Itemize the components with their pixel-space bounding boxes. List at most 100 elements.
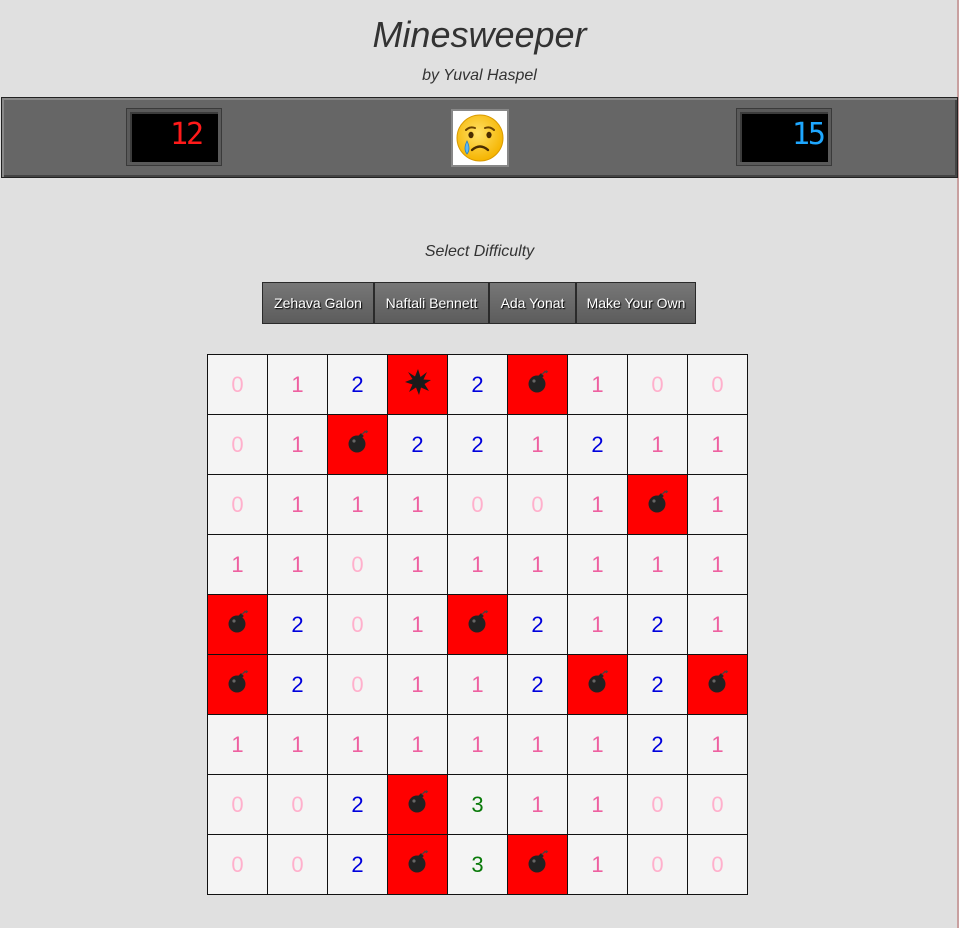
number-cell[interactable]: 1 — [387, 714, 448, 775]
mine-cell[interactable] — [567, 654, 628, 715]
number-cell[interactable]: 0 — [507, 474, 568, 535]
number-cell[interactable]: 1 — [687, 594, 748, 655]
number-cell[interactable]: 1 — [267, 474, 328, 535]
number-cell[interactable]: 2 — [327, 834, 388, 895]
number-cell[interactable]: 0 — [207, 354, 268, 415]
timer-value: 15 — [791, 117, 826, 152]
cell-number: 1 — [351, 491, 364, 517]
number-cell[interactable]: 1 — [567, 774, 628, 835]
bomb-icon — [705, 669, 731, 701]
number-cell[interactable]: 2 — [567, 414, 628, 475]
number-cell[interactable]: 1 — [687, 714, 748, 775]
mine-cell[interactable] — [327, 414, 388, 475]
difficulty-naftali-bennett-button[interactable]: Naftali Bennett — [374, 282, 489, 324]
crying-face-icon — [456, 114, 504, 162]
number-cell[interactable]: 1 — [567, 594, 628, 655]
number-cell[interactable]: 1 — [267, 534, 328, 595]
number-cell[interactable]: 1 — [267, 414, 328, 475]
mine-cell[interactable] — [507, 834, 568, 895]
number-cell[interactable]: 0 — [267, 774, 328, 835]
cell-number: 0 — [291, 791, 304, 817]
mine-counter: 12 — [126, 108, 222, 166]
difficulty-ada-yonat-button[interactable]: Ada Yonat — [489, 282, 576, 324]
reset-face-button[interactable] — [451, 109, 509, 167]
number-cell[interactable]: 1 — [387, 594, 448, 655]
number-cell[interactable]: 1 — [507, 414, 568, 475]
number-cell[interactable]: 0 — [327, 594, 388, 655]
number-cell[interactable]: 2 — [387, 414, 448, 475]
number-cell[interactable]: 1 — [447, 654, 508, 715]
cell-number: 0 — [651, 791, 664, 817]
number-cell[interactable]: 0 — [687, 354, 748, 415]
number-cell[interactable]: 1 — [567, 534, 628, 595]
cell-number: 0 — [711, 791, 724, 817]
number-cell[interactable]: 1 — [687, 534, 748, 595]
mine-cell[interactable] — [507, 354, 568, 415]
difficulty-make-your-own-button[interactable]: Make Your Own — [576, 282, 696, 324]
number-cell[interactable]: 1 — [567, 834, 628, 895]
difficulty-zehava-galon-button[interactable]: Zehava Galon — [262, 282, 374, 324]
number-cell[interactable]: 1 — [687, 414, 748, 475]
number-cell[interactable]: 2 — [627, 594, 688, 655]
exploded-mine-cell[interactable] — [387, 354, 448, 415]
number-cell[interactable]: 0 — [207, 834, 268, 895]
number-cell[interactable]: 0 — [327, 654, 388, 715]
number-cell[interactable]: 0 — [327, 534, 388, 595]
number-cell[interactable]: 0 — [267, 834, 328, 895]
number-cell[interactable]: 1 — [207, 534, 268, 595]
number-cell[interactable]: 2 — [507, 654, 568, 715]
cell-number: 0 — [351, 611, 364, 637]
number-cell[interactable]: 0 — [207, 414, 268, 475]
number-cell[interactable]: 1 — [207, 714, 268, 775]
number-cell[interactable]: 1 — [507, 534, 568, 595]
number-cell[interactable]: 0 — [207, 774, 268, 835]
number-cell[interactable]: 1 — [627, 534, 688, 595]
number-cell[interactable]: 0 — [687, 774, 748, 835]
bomb-icon — [525, 369, 551, 401]
number-cell[interactable]: 1 — [567, 354, 628, 415]
number-cell[interactable]: 2 — [267, 654, 328, 715]
number-cell[interactable]: 1 — [267, 354, 328, 415]
number-cell[interactable]: 1 — [507, 714, 568, 775]
number-cell[interactable]: 1 — [327, 714, 388, 775]
number-cell[interactable]: 0 — [687, 834, 748, 895]
mine-cell[interactable] — [207, 594, 268, 655]
number-cell[interactable]: 1 — [387, 654, 448, 715]
number-cell[interactable]: 0 — [627, 774, 688, 835]
game-page: Minesweeper by Yuval Haspel 12 15 Select… — [0, 0, 959, 928]
cell-number: 2 — [351, 791, 364, 817]
number-cell[interactable]: 0 — [207, 474, 268, 535]
number-cell[interactable]: 1 — [567, 714, 628, 775]
mine-cell[interactable] — [207, 654, 268, 715]
number-cell[interactable]: 1 — [447, 534, 508, 595]
mine-cell[interactable] — [387, 834, 448, 895]
mine-cell[interactable] — [687, 654, 748, 715]
number-cell[interactable]: 2 — [627, 714, 688, 775]
minefield-grid: 0 1 2 2 1 0 0 0 1 2 2 1 2 1 1 0 1 1 1 0 0 1 1 1 1 0 1 1 1 1 1 1 2 0 1 2 1 2 1 2… — [207, 354, 748, 895]
number-cell[interactable]: 2 — [327, 354, 388, 415]
number-cell[interactable]: 1 — [627, 414, 688, 475]
number-cell[interactable]: 0 — [447, 474, 508, 535]
number-cell[interactable]: 1 — [387, 474, 448, 535]
number-cell[interactable]: 1 — [687, 474, 748, 535]
cell-number: 1 — [471, 671, 484, 697]
number-cell[interactable]: 3 — [447, 774, 508, 835]
number-cell[interactable]: 0 — [627, 834, 688, 895]
number-cell[interactable]: 3 — [447, 834, 508, 895]
mine-cell[interactable] — [387, 774, 448, 835]
number-cell[interactable]: 2 — [447, 414, 508, 475]
number-cell[interactable]: 2 — [447, 354, 508, 415]
number-cell[interactable]: 1 — [447, 714, 508, 775]
number-cell[interactable]: 1 — [387, 534, 448, 595]
number-cell[interactable]: 2 — [627, 654, 688, 715]
number-cell[interactable]: 2 — [507, 594, 568, 655]
number-cell[interactable]: 1 — [567, 474, 628, 535]
number-cell[interactable]: 2 — [267, 594, 328, 655]
number-cell[interactable]: 2 — [327, 774, 388, 835]
number-cell[interactable]: 0 — [627, 354, 688, 415]
mine-cell[interactable] — [627, 474, 688, 535]
number-cell[interactable]: 1 — [327, 474, 388, 535]
number-cell[interactable]: 1 — [267, 714, 328, 775]
mine-cell[interactable] — [447, 594, 508, 655]
number-cell[interactable]: 1 — [507, 774, 568, 835]
